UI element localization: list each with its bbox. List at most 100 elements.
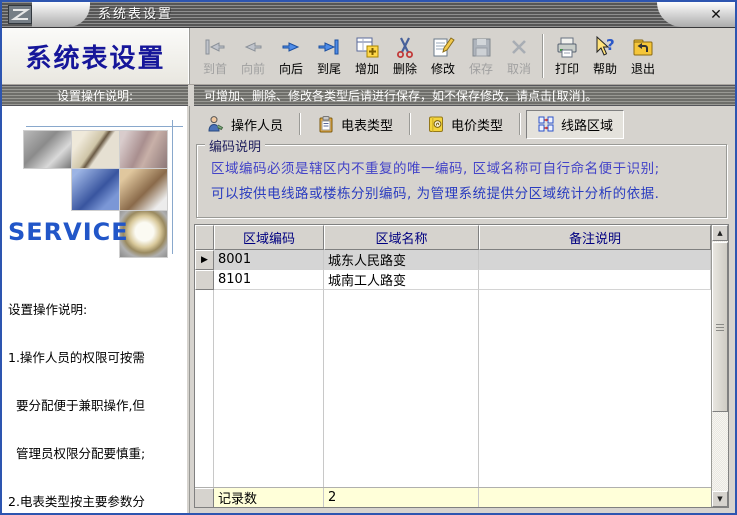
nav-prev-icon (241, 35, 265, 59)
close-icon[interactable]: ✕ (705, 5, 727, 24)
vertical-scrollbar[interactable]: ▲ ▼ (711, 225, 728, 507)
toolbar-button-label: 帮助 (593, 60, 617, 77)
grid-indicator-header (195, 225, 214, 250)
photo-instruments (120, 131, 167, 168)
photo-keyboard (72, 169, 119, 210)
scrollbar-track[interactable] (712, 412, 728, 491)
toolbar-separator (542, 34, 544, 78)
nav-first-icon (203, 35, 227, 59)
help-icon: ? (593, 35, 617, 59)
footer-empty-cell (479, 488, 711, 507)
table-row[interactable]: ▶ 8001 城东人民路变 (195, 250, 711, 270)
price-book-icon (427, 115, 445, 133)
instructions: 设置操作说明: 1.操作人员的权限可按需 要分配便于兼职操作,但 管理员权限分配… (2, 262, 189, 513)
record-count-label: 记录数 (214, 488, 324, 507)
titlebar[interactable]: 系统表设置 ✕ (2, 2, 735, 28)
main-notice-text: 可增加、删除、修改各类型后请进行保存，如不保存修改，请点击[取消]。 (204, 87, 597, 104)
cell-region-name[interactable]: 城东人民路变 (324, 250, 479, 270)
record-count-value: 2 (324, 488, 479, 507)
collage-line-horizontal (26, 126, 183, 127)
grid-footer: 记录数 2 (195, 487, 711, 507)
app-window: 系统表设置 ✕ 系统表设置 到首 向前 (0, 0, 737, 515)
scroll-up-button[interactable]: ▲ (712, 225, 728, 241)
tab-label: 电表类型 (341, 115, 393, 134)
collage-line-vertical (172, 120, 173, 254)
exit-button[interactable]: 退出 (624, 30, 662, 82)
cell-region-note[interactable] (479, 270, 711, 290)
coding-note-line-2: 可以按供电线路或楼栋分别编码, 为管理系统提供分区域统计分析的依据. (211, 182, 714, 207)
row-marker (195, 270, 214, 290)
tab-price-types[interactable]: 电价类型 (416, 110, 514, 139)
cell-region-note[interactable] (479, 250, 711, 270)
photo-pen (72, 131, 119, 168)
toolbar-button-label: 删除 (393, 60, 417, 77)
nav-last-icon (317, 35, 341, 59)
modify-icon (431, 35, 455, 59)
svg-text:?: ? (606, 36, 615, 54)
page-title: 系统表设置 (25, 38, 165, 75)
tab-meter-types[interactable]: 电表类型 (306, 110, 404, 139)
nav-first-button[interactable]: 到首 (196, 30, 234, 82)
app-title-panel: 系统表设置 (2, 28, 190, 84)
add-button[interactable]: 增加 (348, 30, 386, 82)
tab-separator (519, 113, 521, 135)
instruction-line: 要分配便于兼职操作,但 (8, 398, 187, 414)
coding-note-line-1: 区域编码必须是辖区内不重复的唯一编码, 区域名称可自行命名便于识别; (211, 157, 714, 182)
toolbar: 到首 向前 向后 到尾 (190, 28, 735, 84)
grid-header: 区域编码 区域名称 备注说明 (195, 225, 711, 250)
instruction-line: 设置操作说明: (8, 302, 187, 318)
toolbar-button-label: 向前 (241, 60, 265, 77)
modify-button[interactable]: 修改 (424, 30, 462, 82)
grid-gridline (478, 290, 479, 487)
tab-separator (409, 113, 411, 135)
tab-separator (299, 113, 301, 135)
toolbar-button-label: 增加 (355, 60, 379, 77)
groupbox-legend: 编码说明 (205, 136, 265, 155)
delete-button[interactable]: 删除 (386, 30, 424, 82)
cancel-icon (507, 35, 531, 59)
toolbar-button-label: 取消 (507, 60, 531, 77)
nav-last-button[interactable]: 到尾 (310, 30, 348, 82)
instruction-line: 2.电表类型按主要参数分 (8, 494, 187, 510)
cell-region-name[interactable]: 城南工人路变 (324, 270, 479, 290)
photo-tools (24, 131, 71, 168)
region-grid: 区域编码 区域名称 备注说明 ▶ 8001 城东人民路变 8101 城南工人路变 (194, 224, 729, 508)
scroll-down-icon: ▼ (717, 495, 722, 503)
region-map-icon (537, 115, 555, 133)
nav-next-icon (279, 35, 303, 59)
table-row[interactable]: 8101 城南工人路变 (195, 270, 711, 290)
add-icon (355, 35, 379, 59)
service-text: SERVICE (8, 218, 129, 246)
save-button[interactable]: 保存 (462, 30, 500, 82)
grid-body: 区域编码 区域名称 备注说明 ▶ 8001 城东人民路变 8101 城南工人路变 (195, 225, 711, 507)
print-button[interactable]: 打印 (548, 30, 586, 82)
column-header-code[interactable]: 区域编码 (214, 225, 324, 250)
content-row: SERVICE 设置操作说明: 1.操作人员的权限可按需 要分配便于兼职操作,但… (2, 106, 735, 513)
toolbar-button-label: 到尾 (317, 60, 341, 77)
service-collage: SERVICE (2, 110, 189, 262)
scrollbar-grip (716, 324, 724, 331)
cell-region-code[interactable]: 8101 (214, 270, 324, 290)
footer-indicator-cell (195, 488, 214, 507)
nav-next-button[interactable]: 向后 (272, 30, 310, 82)
instruction-line: 管理员权限分配要慎重; (8, 446, 187, 462)
grid-empty-area (195, 290, 711, 487)
tabbar: 操作人员 电表类型 (194, 108, 729, 140)
tab-line-regions[interactable]: 线路区域 (526, 110, 624, 139)
cancel-button[interactable]: 取消 (500, 30, 538, 82)
scroll-up-icon: ▲ (717, 229, 722, 237)
tab-operators[interactable]: 操作人员 (196, 110, 294, 139)
cell-region-code[interactable]: 8001 (214, 250, 324, 270)
column-header-note[interactable]: 备注说明 (479, 225, 711, 250)
save-icon (469, 35, 493, 59)
exit-icon (631, 35, 655, 59)
delete-icon (393, 35, 417, 59)
tab-label: 线路区域 (561, 115, 613, 134)
tab-label: 操作人员 (231, 115, 283, 134)
scrollbar-thumb[interactable] (712, 242, 728, 412)
toolbar-button-label: 到首 (203, 60, 227, 77)
help-button[interactable]: ? 帮助 (586, 30, 624, 82)
column-header-name[interactable]: 区域名称 (324, 225, 479, 250)
scroll-down-button[interactable]: ▼ (712, 491, 728, 507)
nav-prev-button[interactable]: 向前 (234, 30, 272, 82)
